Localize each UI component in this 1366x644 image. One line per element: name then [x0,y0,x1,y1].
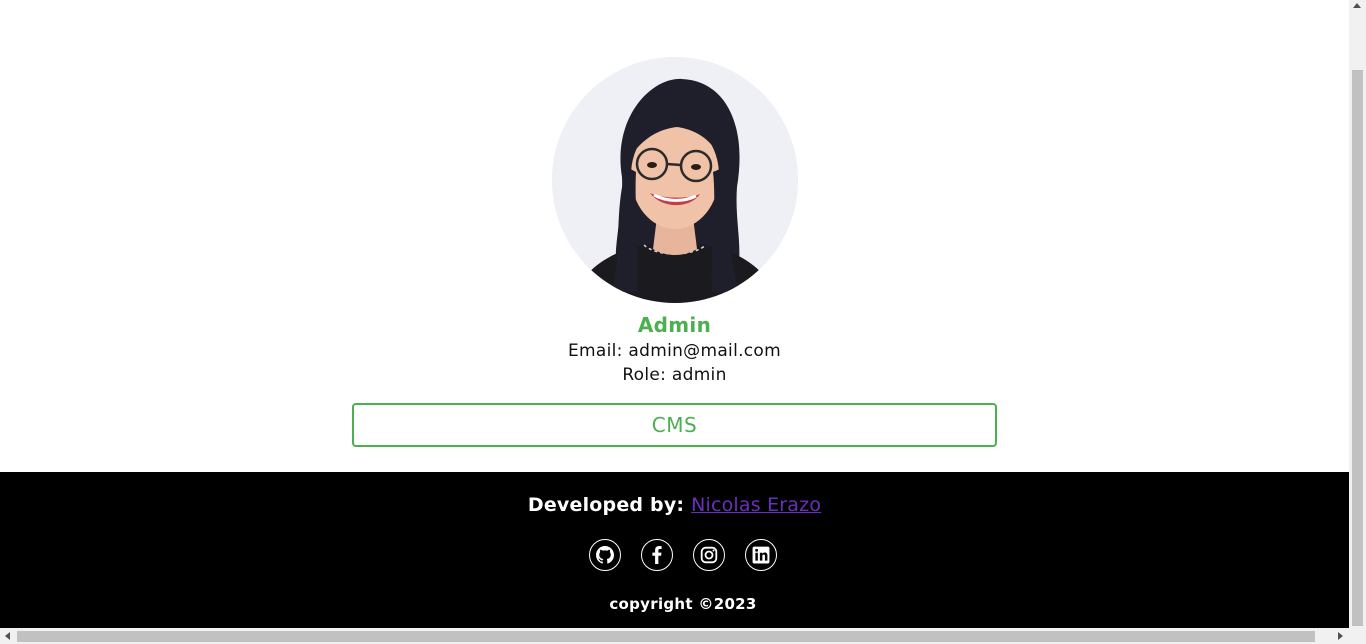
scroll-up-arrow-icon[interactable] [1353,3,1361,8]
developed-by-label: Developed by: [527,494,685,516]
developed-by-line: Developed by: Nicolas Erazo [0,494,1349,516]
linkedin-icon [752,546,770,564]
profile-section: Admin Email: admin@mail.com Role: admin … [0,0,1349,472]
social-links [589,539,777,571]
facebook-icon [652,546,662,564]
horizontal-scrollbar[interactable] [0,628,1366,644]
github-icon [596,546,614,564]
facebook-link[interactable] [641,539,673,571]
linkedin-link[interactable] [745,539,777,571]
vertical-scrollbar[interactable] [1349,0,1366,628]
github-link[interactable] [589,539,621,571]
avatar [552,57,798,303]
profile-email: Email: admin@mail.com [568,341,781,361]
cms-button[interactable]: CMS [352,403,997,447]
profile-role: Role: admin [622,365,727,385]
footer: Developed by: Nicolas Erazo copyright ©2… [0,472,1349,628]
developer-link[interactable]: Nicolas Erazo [691,494,821,516]
instagram-link[interactable] [693,539,725,571]
scroll-right-arrow-icon[interactable] [1338,632,1343,640]
vertical-scroll-thumb[interactable] [1352,70,1363,626]
instagram-icon [700,546,718,564]
horizontal-scroll-thumb[interactable] [17,631,1315,642]
copyright-text: copyright ©2023 [609,595,757,613]
page-viewport: Admin Email: admin@mail.com Role: admin … [0,0,1349,628]
scroll-left-arrow-icon[interactable] [5,632,10,640]
avatar-photo [552,57,798,303]
profile-name: Admin [637,313,712,337]
